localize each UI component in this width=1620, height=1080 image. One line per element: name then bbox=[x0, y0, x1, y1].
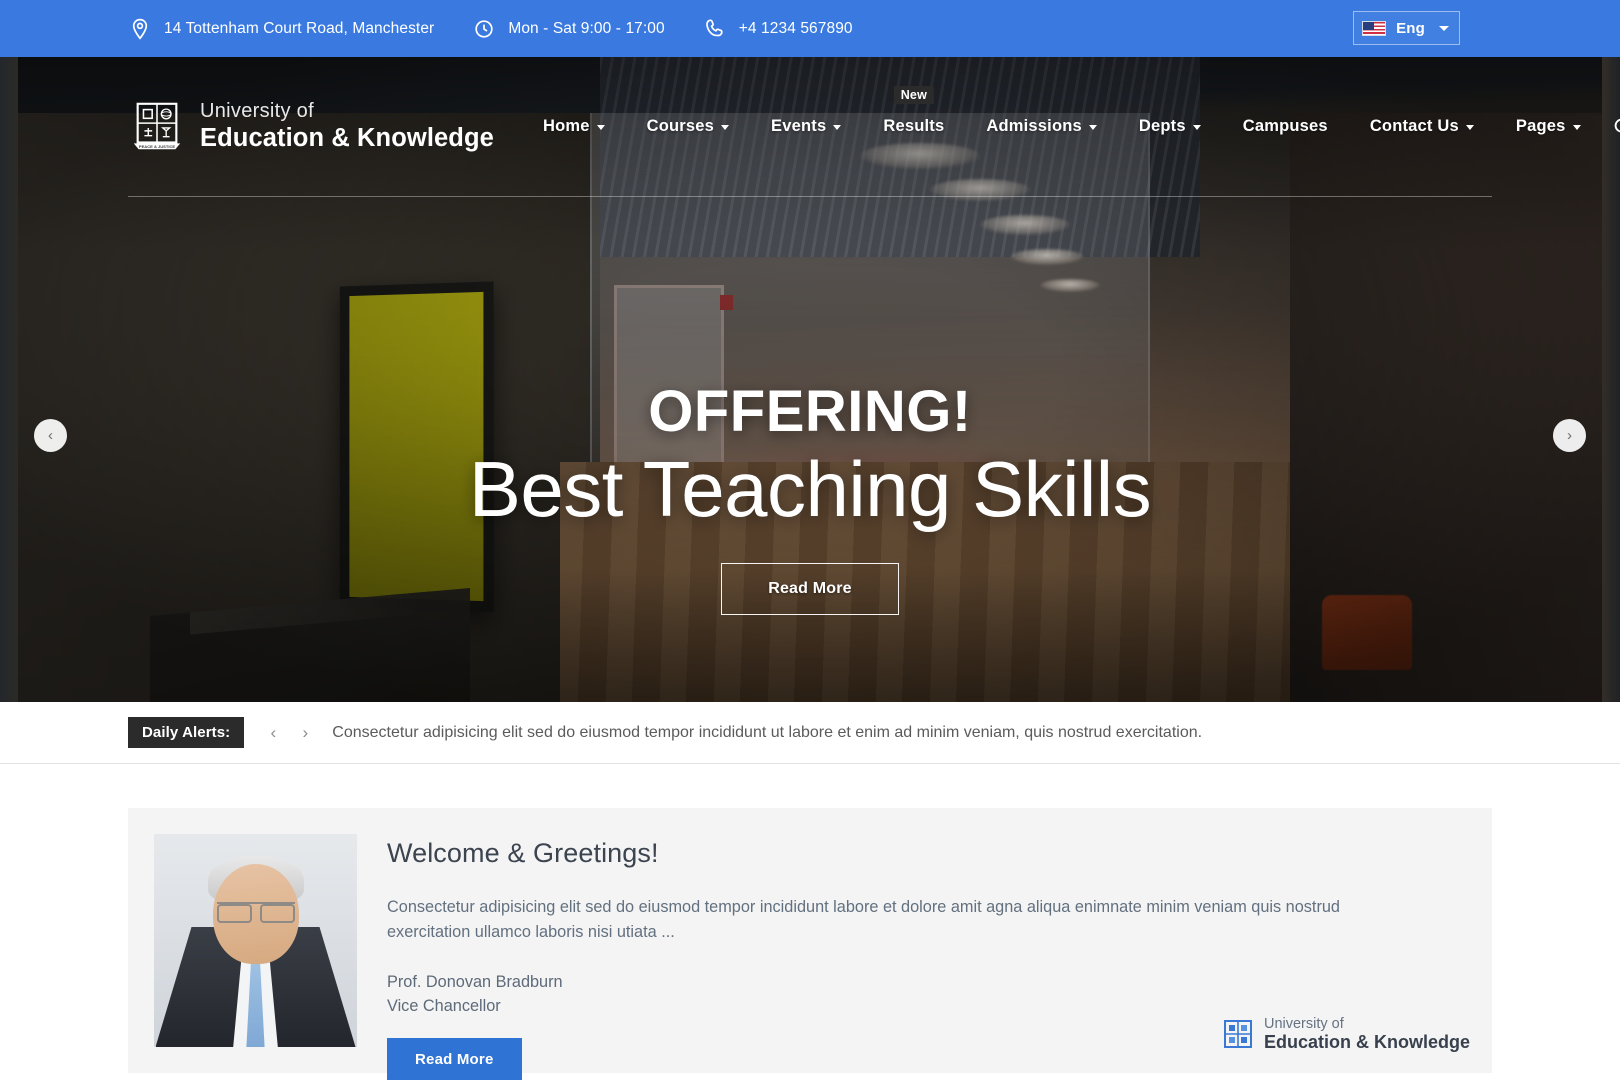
language-selector[interactable]: Eng bbox=[1353, 11, 1460, 45]
chevron-down-icon bbox=[1466, 125, 1474, 130]
main-navigation: Home Courses Events New Results Admissio… bbox=[522, 107, 1620, 146]
chevron-down-icon bbox=[1193, 125, 1201, 130]
nav-item-results[interactable]: New Results bbox=[862, 107, 965, 146]
nav-label: Courses bbox=[647, 117, 714, 136]
nav-item-courses[interactable]: Courses bbox=[626, 107, 750, 146]
nav-item-pages[interactable]: Pages bbox=[1495, 107, 1602, 146]
nav-item-depts[interactable]: Depts bbox=[1118, 107, 1222, 146]
address-item: 14 Tottenham Court Road, Manchester bbox=[128, 17, 434, 41]
top-contact-items: 14 Tottenham Court Road, Manchester Mon … bbox=[128, 17, 853, 41]
nav-label: Campuses bbox=[1243, 117, 1328, 136]
phone-icon bbox=[703, 17, 727, 41]
hero-slider: PEACE & JUSTICE University of Education … bbox=[0, 57, 1620, 702]
vice-chancellor-name: Prof. Donovan Bradburn bbox=[387, 970, 1462, 994]
nav-new-badge: New bbox=[894, 86, 934, 104]
us-flag-icon bbox=[1362, 21, 1386, 36]
vice-chancellor-photo bbox=[154, 834, 357, 1047]
site-header: PEACE & JUSTICE University of Education … bbox=[0, 57, 1620, 197]
ticker-navigation: ‹ › bbox=[262, 724, 316, 741]
hours-text: Mon - Sat 9:00 - 17:00 bbox=[508, 20, 664, 38]
watermark-crest-icon bbox=[1223, 1019, 1253, 1049]
brand-line-2: Education & Knowledge bbox=[200, 126, 494, 152]
address-text: 14 Tottenham Court Road, Manchester bbox=[164, 20, 434, 38]
welcome-paragraph: Consectetur adipisicing elit sed do eius… bbox=[387, 895, 1417, 946]
welcome-card: Welcome & Greetings! Consectetur adipisi… bbox=[128, 808, 1492, 1073]
nav-item-home[interactable]: Home bbox=[522, 107, 626, 146]
hero-caption: OFFERING! Best Teaching Skills Read More bbox=[0, 383, 1620, 615]
watermark-line-2: Education & Knowledge bbox=[1264, 1032, 1470, 1053]
location-pin-icon bbox=[128, 17, 152, 41]
nav-label: Contact Us bbox=[1370, 117, 1459, 136]
chevron-down-icon bbox=[1573, 125, 1581, 130]
welcome-body: Welcome & Greetings! Consectetur adipisi… bbox=[357, 834, 1492, 1047]
university-crest-icon: PEACE & JUSTICE bbox=[128, 98, 186, 156]
welcome-title: Welcome & Greetings! bbox=[387, 838, 1462, 869]
chevron-down-icon bbox=[1439, 26, 1449, 31]
top-info-bar: 14 Tottenham Court Road, Manchester Mon … bbox=[0, 0, 1620, 57]
nav-label: Results bbox=[883, 117, 944, 136]
ticker-prev-arrow[interactable]: ‹ bbox=[262, 724, 284, 741]
site-logo[interactable]: PEACE & JUSTICE University of Education … bbox=[128, 98, 494, 156]
daily-alerts-badge: Daily Alerts: bbox=[128, 717, 244, 748]
brand-line-1: University of bbox=[200, 101, 494, 121]
welcome-section: Welcome & Greetings! Consectetur adipisi… bbox=[0, 764, 1620, 1073]
svg-text:PEACE & JUSTICE: PEACE & JUSTICE bbox=[139, 143, 176, 148]
welcome-read-more-button[interactable]: Read More bbox=[387, 1038, 522, 1080]
daily-alerts-ticker: Daily Alerts: ‹ › Consectetur adipisicin… bbox=[0, 702, 1620, 764]
phone-text: +4 1234 567890 bbox=[739, 20, 853, 38]
nav-label: Depts bbox=[1139, 117, 1186, 136]
search-icon[interactable] bbox=[1612, 116, 1620, 138]
watermark-logo: University of Education & Knowledge bbox=[1223, 1016, 1470, 1053]
hero-read-more-button[interactable]: Read More bbox=[721, 563, 899, 615]
phone-item: +4 1234 567890 bbox=[703, 17, 853, 41]
chevron-down-icon bbox=[597, 125, 605, 130]
watermark-line-1: University of bbox=[1264, 1016, 1470, 1033]
hero-prev-arrow[interactable]: ‹ bbox=[34, 419, 67, 452]
chevron-down-icon bbox=[1089, 125, 1097, 130]
ticker-next-arrow[interactable]: › bbox=[294, 724, 316, 741]
nav-label: Events bbox=[771, 117, 826, 136]
watermark-text: University of Education & Knowledge bbox=[1264, 1016, 1470, 1053]
hero-kicker: OFFERING! bbox=[0, 383, 1620, 441]
hero-next-arrow[interactable]: › bbox=[1553, 419, 1586, 452]
chevron-down-icon bbox=[833, 125, 841, 130]
chevron-down-icon bbox=[721, 125, 729, 130]
hours-item: Mon - Sat 9:00 - 17:00 bbox=[472, 17, 664, 41]
nav-label: Pages bbox=[1516, 117, 1566, 136]
hero-title: Best Teaching Skills bbox=[0, 447, 1620, 531]
brand-text: University of Education & Knowledge bbox=[200, 101, 494, 152]
nav-item-campuses[interactable]: Campuses bbox=[1222, 107, 1349, 146]
nav-item-admissions[interactable]: Admissions bbox=[965, 107, 1118, 146]
clock-icon bbox=[472, 17, 496, 41]
nav-item-contact-us[interactable]: Contact Us bbox=[1349, 107, 1495, 146]
nav-item-events[interactable]: Events bbox=[750, 107, 862, 146]
nav-label: Home bbox=[543, 117, 590, 136]
nav-label: Admissions bbox=[986, 117, 1082, 136]
language-label: Eng bbox=[1396, 20, 1425, 37]
ticker-message: Consectetur adipisicing elit sed do eius… bbox=[332, 724, 1202, 742]
